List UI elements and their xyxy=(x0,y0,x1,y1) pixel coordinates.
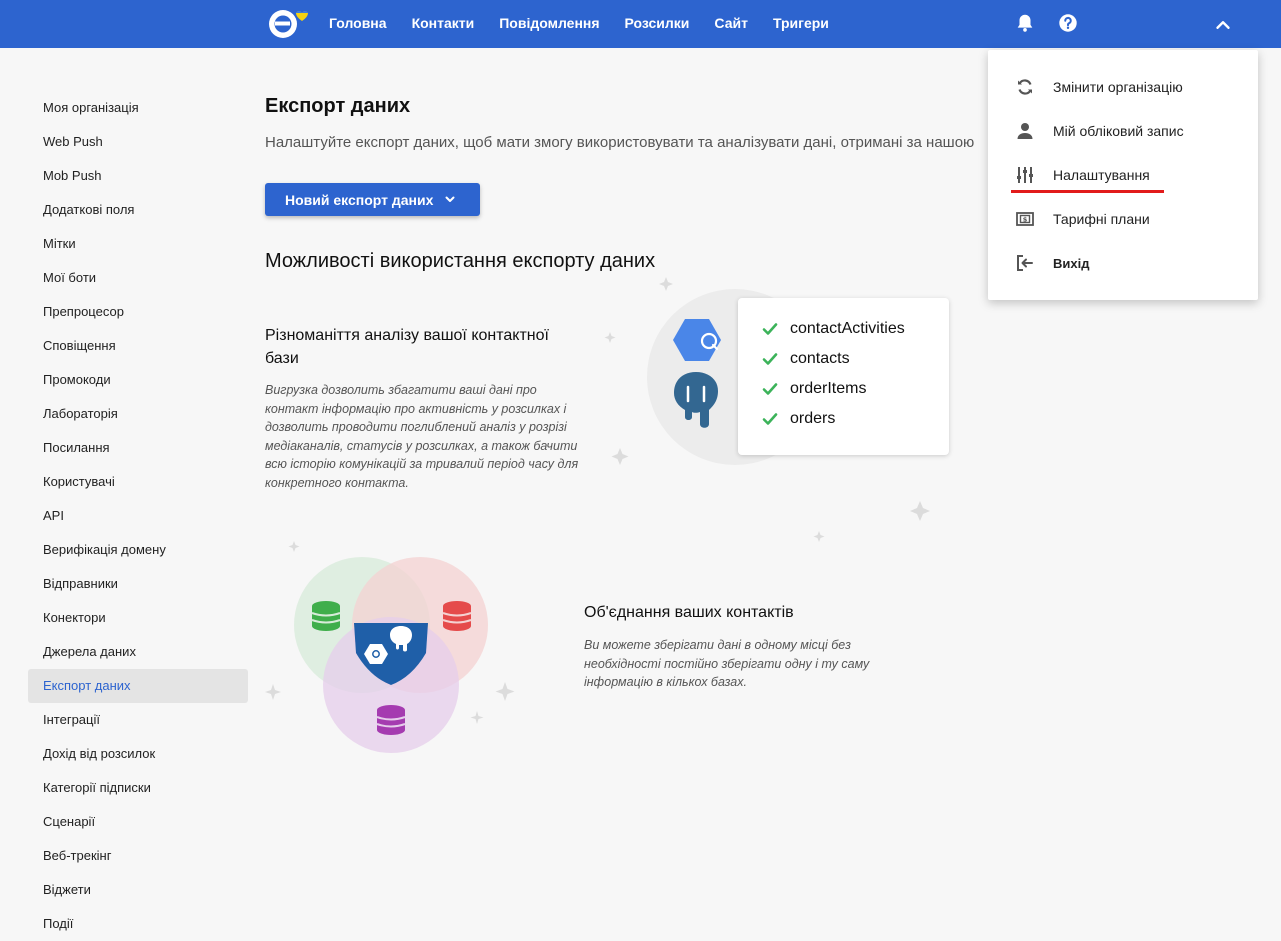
menu-label: Мій обліковий запис xyxy=(1053,123,1184,139)
refresh-icon xyxy=(1018,79,1032,95)
table-name: contacts xyxy=(790,350,850,367)
sidebar-item-web-tracking[interactable]: Веб-трекінг xyxy=(28,839,248,873)
sidebar-item-revenue[interactable]: Дохід від розсилок xyxy=(28,737,248,771)
sidebar-item-integrations[interactable]: Інтеграції xyxy=(28,703,248,737)
sidebar-item-links[interactable]: Посилання xyxy=(28,431,248,465)
menu-item-switch-organization[interactable]: Змінити організацію xyxy=(988,69,1258,105)
settings-sidebar: Моя організація Web Push Mob Push Додатк… xyxy=(28,91,248,941)
menu-item-pricing-plans[interactable]: $ Тарифні плани xyxy=(988,201,1258,237)
table-row: contactActivities xyxy=(762,314,905,344)
red-database-icon xyxy=(442,601,472,631)
check-icon xyxy=(762,323,778,335)
table-name: orderItems xyxy=(790,380,867,397)
sidebar-item-promocodes[interactable]: Промокоди xyxy=(28,363,248,397)
user-icon xyxy=(1017,123,1033,139)
nav-messages[interactable]: Повідомлення xyxy=(499,15,599,31)
sidebar-item-data-sources[interactable]: Джерела даних xyxy=(28,635,248,669)
table-row: contacts xyxy=(762,344,850,374)
sidebar-item-widgets[interactable]: Віджети xyxy=(28,873,248,907)
sidebar-item-domain-verification[interactable]: Верифікація домену xyxy=(28,533,248,567)
sliders-icon xyxy=(1017,167,1033,183)
check-icon xyxy=(762,413,778,425)
feature-analysis-title: Різноманіття аналізу вашої контактної ба… xyxy=(265,327,549,367)
sidebar-item-notifications[interactable]: Сповіщення xyxy=(28,329,248,363)
menu-label: Змінити організацію xyxy=(1053,79,1183,95)
page-title: Експорт даних xyxy=(265,95,411,117)
check-icon xyxy=(762,383,778,395)
sidebar-item-connectors[interactable]: Конектори xyxy=(28,601,248,635)
sidebar-item-my-organization[interactable]: Моя організація xyxy=(28,91,248,125)
nav-site[interactable]: Сайт xyxy=(714,15,748,31)
help-icon[interactable] xyxy=(1057,12,1079,34)
menu-item-logout[interactable]: Вихід xyxy=(988,245,1258,281)
new-data-export-button[interactable]: Новий експорт даних xyxy=(265,183,480,216)
svg-text:$: $ xyxy=(1023,216,1028,224)
sidebar-item-bots[interactable]: Мої боти xyxy=(28,261,248,295)
export-tables-card: contactActivities contacts orderItems or… xyxy=(738,298,949,455)
section-title: Можливості використання експорту даних xyxy=(265,250,656,272)
menu-item-my-account[interactable]: Мій обліковий запис xyxy=(988,113,1258,149)
table-row: orderItems xyxy=(762,374,866,404)
nav-campaigns[interactable]: Розсилки xyxy=(625,15,690,31)
chevron-up-icon[interactable] xyxy=(1212,14,1234,36)
account-dropdown-menu: Змінити організацію Мій обліковий запис … xyxy=(988,50,1258,300)
money-icon: $ xyxy=(1016,212,1034,226)
check-icon xyxy=(762,353,778,365)
table-name: orders xyxy=(790,410,836,427)
top-navbar: Головна Контакти Повідомлення Розсилки С… xyxy=(0,0,1281,48)
nav-contacts[interactable]: Контакти xyxy=(412,15,475,31)
sidebar-item-subscription-categories[interactable]: Категорії підписки xyxy=(28,771,248,805)
sidebar-item-api[interactable]: API xyxy=(28,499,248,533)
sidebar-item-events[interactable]: Події xyxy=(28,907,248,941)
settings-highlight-underline xyxy=(1011,190,1164,193)
menu-label: Налаштування xyxy=(1053,167,1150,183)
menu-label: Вихід xyxy=(1053,255,1090,271)
nav-home[interactable]: Головна xyxy=(329,15,387,31)
feature-merge-title: Об'єднання ваших контактів xyxy=(584,604,794,621)
venn-illustration xyxy=(294,557,488,753)
sidebar-item-web-push[interactable]: Web Push xyxy=(28,125,248,159)
sidebar-item-senders[interactable]: Відправники xyxy=(28,567,248,601)
new-data-export-label: Новий експорт даних xyxy=(285,191,434,208)
main-nav: Головна Контакти Повідомлення Розсилки С… xyxy=(329,0,854,46)
sidebar-item-laboratory[interactable]: Лабораторія xyxy=(28,397,248,431)
table-row: orders xyxy=(762,404,835,434)
sidebar-item-mob-push[interactable]: Mob Push xyxy=(28,159,248,193)
feature-analysis-description: Вигрузка дозволить збагатити ваші дані п… xyxy=(265,383,579,490)
menu-label: Тарифні плани xyxy=(1053,211,1150,227)
sidebar-item-data-export[interactable]: Експорт даних xyxy=(28,669,248,703)
sidebar-item-preprocessor[interactable]: Препроцесор xyxy=(28,295,248,329)
purple-database-icon xyxy=(376,705,406,735)
menu-item-settings[interactable]: Налаштування xyxy=(988,157,1258,193)
page-subtitle: Налаштуйте експорт даних, щоб мати змогу… xyxy=(265,134,975,151)
sidebar-item-scenarios[interactable]: Сценарії xyxy=(28,805,248,839)
logo-icon[interactable] xyxy=(266,5,316,41)
table-name: contactActivities xyxy=(790,320,905,337)
sidebar-item-custom-fields[interactable]: Додаткові поля xyxy=(28,193,248,227)
chevron-down-icon xyxy=(445,196,455,202)
sidebar-item-users[interactable]: Користувачі xyxy=(28,465,248,499)
logout-icon xyxy=(1017,255,1033,271)
feature-merge-description: Ви можете зберігати дані в одному місці … xyxy=(584,638,870,689)
green-database-icon xyxy=(311,601,341,631)
nav-triggers[interactable]: Тригери xyxy=(773,15,829,31)
sidebar-item-tags[interactable]: Мітки xyxy=(28,227,248,261)
bell-icon[interactable] xyxy=(1014,12,1036,34)
